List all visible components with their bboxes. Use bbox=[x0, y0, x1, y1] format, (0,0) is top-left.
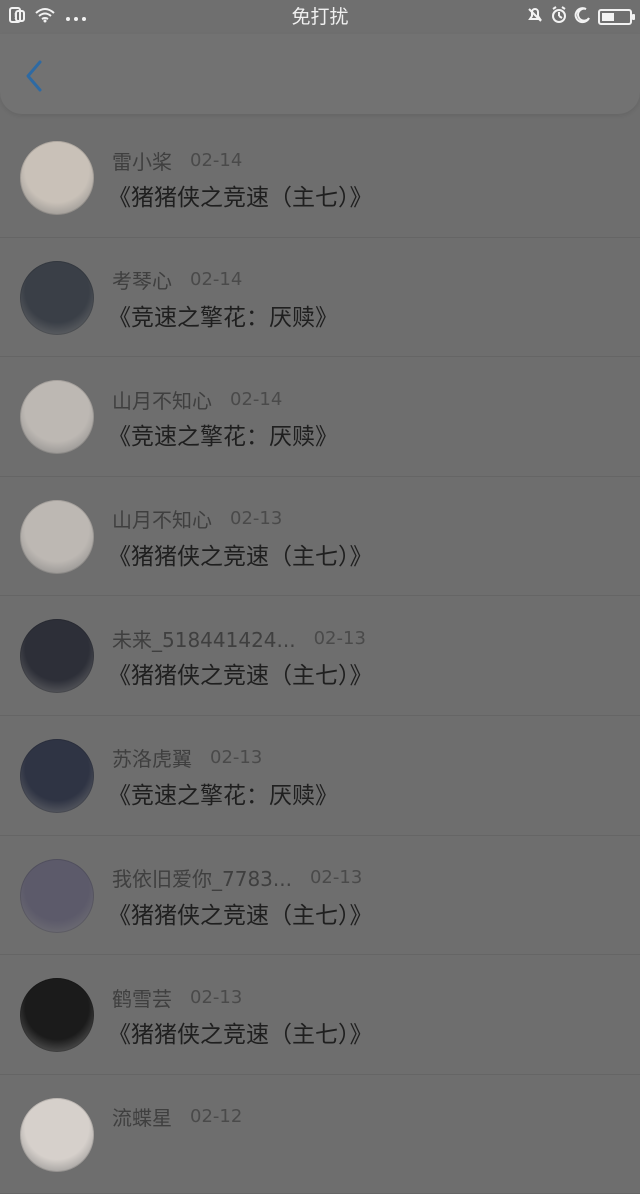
list-item[interactable]: 考琴心 02-14 《竞速之擎花：厌赎》 bbox=[0, 238, 640, 358]
mute-bell-icon bbox=[526, 6, 544, 28]
avatar[interactable] bbox=[20, 1097, 94, 1172]
work-title[interactable]: 《猪猪侠之竞速（主七）》 bbox=[108, 537, 373, 571]
username[interactable]: 我依旧爱你_7783... bbox=[112, 863, 292, 892]
item-meta: 未来_518441424... 02-13 bbox=[112, 624, 366, 652]
list-item[interactable]: 未来_518441424... 02-13 《猪猪侠之竞速（主七）》 bbox=[0, 596, 640, 716]
username[interactable]: 流蝶星 bbox=[112, 1102, 172, 1131]
alarm-icon bbox=[550, 6, 568, 28]
date: 02-13 bbox=[309, 867, 363, 889]
date: 02-12 bbox=[190, 1106, 243, 1128]
moon-icon bbox=[574, 6, 592, 28]
username[interactable]: 鹤雪芸 bbox=[112, 983, 172, 1012]
back-button[interactable] bbox=[18, 58, 50, 98]
date: 02-14 bbox=[190, 149, 243, 171]
date: 02-13 bbox=[190, 986, 243, 1008]
status-bar: ! 免打扰 bbox=[0, 0, 640, 34]
list-item[interactable]: 我依旧爱你_7783... 02-13 《猪猪侠之竞速（主七）》 bbox=[0, 836, 640, 956]
date: 02-13 bbox=[210, 747, 263, 769]
date: 02-13 bbox=[313, 627, 366, 649]
list-item[interactable]: 山月不知心 02-13 《猪猪侠之竞速（主七）》 bbox=[0, 477, 640, 597]
avatar[interactable] bbox=[20, 141, 94, 215]
top-navigation-bar bbox=[0, 34, 640, 114]
date: 02-14 bbox=[230, 388, 283, 410]
avatar[interactable] bbox=[20, 499, 94, 574]
item-meta: 考琴心 02-14 bbox=[112, 266, 242, 294]
avatar[interactable] bbox=[20, 738, 94, 813]
work-title[interactable]: 《猪猪侠之竞速（主七）》 bbox=[108, 178, 373, 212]
work-title[interactable]: 《竞速之擎花：厌赎》 bbox=[108, 776, 338, 810]
item-meta: 我依旧爱你_7783... 02-13 bbox=[112, 864, 362, 892]
list-item[interactable]: 雷小桨 02-14 《猪猪侠之竞速（主七）》 bbox=[0, 118, 640, 238]
item-meta: 山月不知心 02-13 bbox=[112, 505, 282, 533]
list-item[interactable]: 流蝶星 02-12 bbox=[0, 1075, 640, 1194]
work-title[interactable]: 《猪猪侠之竞速（主七）》 bbox=[108, 1015, 373, 1049]
list-item[interactable]: 鹤雪芸 02-13 《猪猪侠之竞速（主七）》 bbox=[0, 955, 640, 1075]
date: 02-14 bbox=[190, 269, 243, 291]
username[interactable]: 苏洛虎翼 bbox=[112, 743, 192, 772]
avatar[interactable] bbox=[20, 380, 94, 455]
battery-level bbox=[602, 13, 614, 21]
username[interactable]: 山月不知心 bbox=[112, 504, 212, 533]
status-right-icons bbox=[526, 6, 635, 28]
date: 02-13 bbox=[230, 508, 283, 530]
item-meta: 流蝶星 02-12 bbox=[112, 1103, 242, 1131]
avatar[interactable] bbox=[20, 260, 94, 335]
username[interactable]: 雷小桨 bbox=[112, 146, 172, 175]
item-meta: 鹤雪芸 02-13 bbox=[112, 983, 242, 1011]
avatar[interactable] bbox=[20, 978, 94, 1053]
avatar[interactable] bbox=[20, 619, 94, 694]
username[interactable]: 考琴心 bbox=[112, 265, 172, 294]
work-title[interactable]: 《竞速之擎花：厌赎》 bbox=[108, 417, 338, 451]
item-meta: 山月不知心 02-14 bbox=[112, 385, 282, 413]
list-item[interactable]: 苏洛虎翼 02-13 《竞速之擎花：厌赎》 bbox=[0, 716, 640, 836]
chevron-left-icon bbox=[22, 58, 46, 98]
avatar[interactable] bbox=[20, 858, 94, 933]
username[interactable]: 山月不知心 bbox=[112, 385, 212, 414]
work-title[interactable]: 《猪猪侠之竞速（主七）》 bbox=[108, 656, 373, 690]
battery-icon bbox=[598, 9, 635, 25]
work-title[interactable]: 《猪猪侠之竞速（主七）》 bbox=[108, 896, 373, 930]
list-item[interactable]: 山月不知心 02-14 《竞速之擎花：厌赎》 bbox=[0, 357, 640, 477]
item-meta: 苏洛虎翼 02-13 bbox=[112, 744, 262, 772]
item-meta: 雷小桨 02-14 bbox=[112, 146, 242, 174]
username[interactable]: 未来_518441424... bbox=[112, 624, 296, 653]
comment-list: 雷小桨 02-14 《猪猪侠之竞速（主七）》 考琴心 02-14 《竞速之擎花：… bbox=[0, 118, 640, 1194]
work-title[interactable]: 《竞速之擎花：厌赎》 bbox=[108, 298, 338, 332]
